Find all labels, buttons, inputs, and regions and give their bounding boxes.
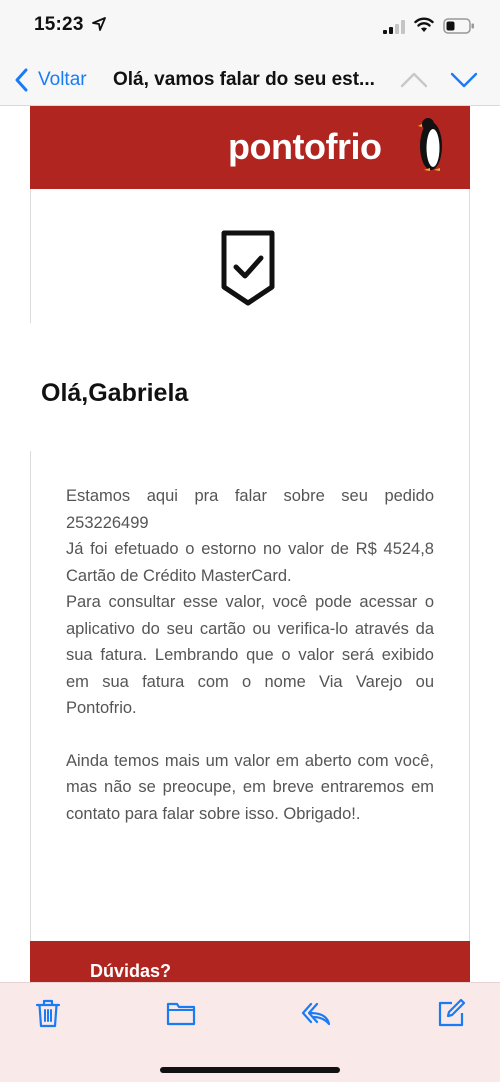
message-line: Para consultar esse valor, você pode ace… — [66, 593, 434, 717]
battery-icon — [443, 18, 474, 34]
chevron-up-icon[interactable] — [400, 71, 428, 89]
message-line: Estamos aqui pra falar sobre seu pedido … — [66, 487, 434, 532]
brand-logo: pontofrio — [228, 126, 382, 167]
chevron-down-icon[interactable] — [450, 71, 478, 89]
greeting-heading: Olá,Gabriela — [41, 379, 189, 407]
frame-border — [469, 189, 470, 941]
reply-icon[interactable] — [301, 998, 331, 1028]
footer-heading: Dúvidas? — [90, 961, 172, 981]
signal-icon — [383, 20, 405, 34]
status-time: 15:23 — [34, 14, 84, 35]
shield-check-icon — [221, 230, 275, 306]
email-body[interactable]: pontofrio Olá,Gabriela Estamos aqui pra … — [0, 106, 500, 982]
location-arrow-icon — [92, 17, 106, 31]
help-footer: Dúvidas? — [30, 941, 470, 982]
message-line: Já foi efetuado o estorno no valor de R$… — [66, 540, 434, 585]
penguin-icon — [418, 118, 442, 171]
brand-header: pontofrio — [30, 106, 470, 189]
compose-icon[interactable] — [436, 998, 466, 1028]
message-paragraph: Ainda temos mais um valor em aberto com … — [66, 751, 434, 823]
nav-bar: Voltar Olá, vamos falar do seu est... — [0, 54, 500, 106]
trash-icon[interactable] — [33, 998, 63, 1028]
wifi-icon — [414, 17, 434, 32]
email-message: Estamos aqui pra falar sobre seu pedido … — [66, 483, 434, 827]
chevron-left-icon[interactable] — [14, 68, 28, 92]
email-subject: Olá, vamos falar do seu est... — [113, 69, 375, 90]
frame-border — [30, 451, 31, 941]
back-button[interactable]: Voltar — [38, 69, 87, 91]
frame-border — [30, 189, 31, 323]
folder-icon[interactable] — [166, 998, 196, 1028]
status-bar: 15:23 — [0, 0, 500, 54]
mail-toolbar — [0, 982, 500, 1082]
home-indicator — [160, 1067, 340, 1073]
